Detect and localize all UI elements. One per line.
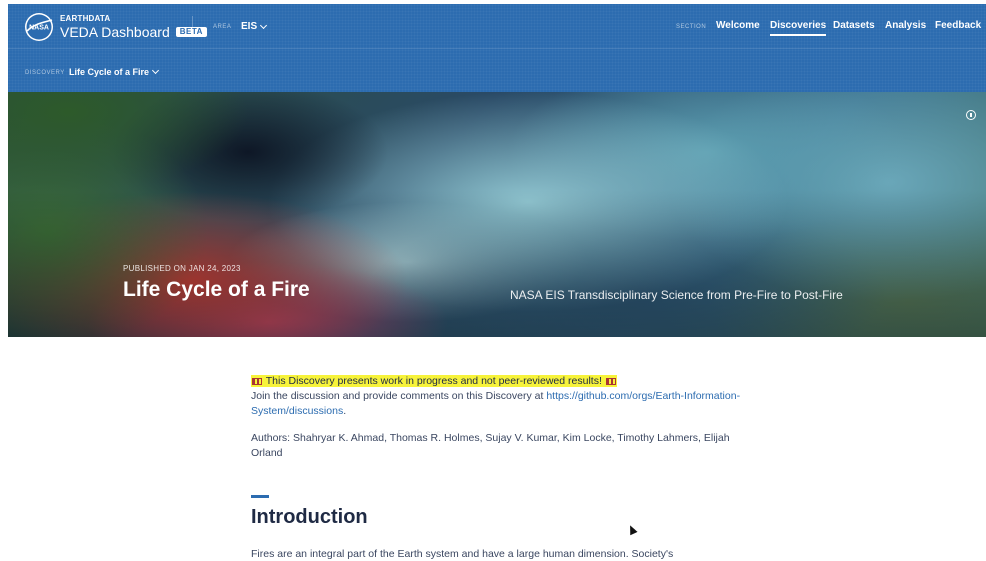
nav-discoveries[interactable]: Discoveries xyxy=(770,20,827,36)
area-value: EIS xyxy=(241,21,258,32)
warning-text: This Discovery presents work in progress… xyxy=(265,375,602,387)
section-label: SECTION xyxy=(676,24,707,30)
introduction-heading: Introduction xyxy=(251,506,368,528)
introduction-text: Fires are an integral part of the Earth … xyxy=(251,548,674,560)
page-title: Life Cycle of a Fire xyxy=(123,278,310,301)
construction-icon xyxy=(605,377,616,385)
published-date: PUBLISHED ON JAN 24, 2023 xyxy=(123,264,241,273)
discussion-text: Join the discussion and provide comments… xyxy=(251,390,741,417)
construction-icon xyxy=(252,377,262,385)
authors: Authors: Shahryar K. Ahmad, Thomas R. Ho… xyxy=(251,432,730,459)
discovery-bar: DISCOVERY Life Cycle of a Fire xyxy=(8,48,986,92)
discovery-label: DISCOVERY xyxy=(25,70,65,76)
discovery-value: Life Cycle of a Fire xyxy=(69,67,150,77)
chevron-down-icon xyxy=(151,66,160,75)
nav-analysis[interactable]: Analysis xyxy=(885,20,926,31)
discovery-selector[interactable]: Life Cycle of a Fire xyxy=(69,66,160,77)
brand-earthdata: EARTHDATA xyxy=(60,14,111,23)
section-accent xyxy=(251,495,269,498)
warning-banner: This Discovery presents work in progress… xyxy=(251,375,617,387)
top-navigation-bar: NASA EARTHDATA VEDA Dashboard BETA AREA … xyxy=(8,4,986,48)
brand[interactable]: NASA EARTHDATA VEDA Dashboard BETA xyxy=(24,12,207,42)
page-subtitle: NASA EIS Transdisciplinary Science from … xyxy=(510,288,843,302)
article-content: This Discovery presents work in progress… xyxy=(251,374,751,529)
nav-welcome[interactable]: Welcome xyxy=(716,20,760,31)
nav-feedback[interactable]: Feedback xyxy=(935,20,981,31)
chevron-down-icon xyxy=(260,21,268,29)
nasa-logo-icon: NASA xyxy=(25,13,53,41)
info-icon[interactable] xyxy=(966,110,976,120)
brand-title: VEDA Dashboard xyxy=(60,24,170,40)
header-divider xyxy=(192,16,193,36)
area-selector[interactable]: EIS xyxy=(241,21,268,32)
window-left-edge xyxy=(0,0,8,561)
hero-banner: PUBLISHED ON JAN 24, 2023 Life Cycle of … xyxy=(8,92,986,337)
area-label: AREA xyxy=(213,24,232,30)
svg-text:NASA: NASA xyxy=(29,25,49,32)
nav-datasets[interactable]: Datasets xyxy=(833,20,875,31)
